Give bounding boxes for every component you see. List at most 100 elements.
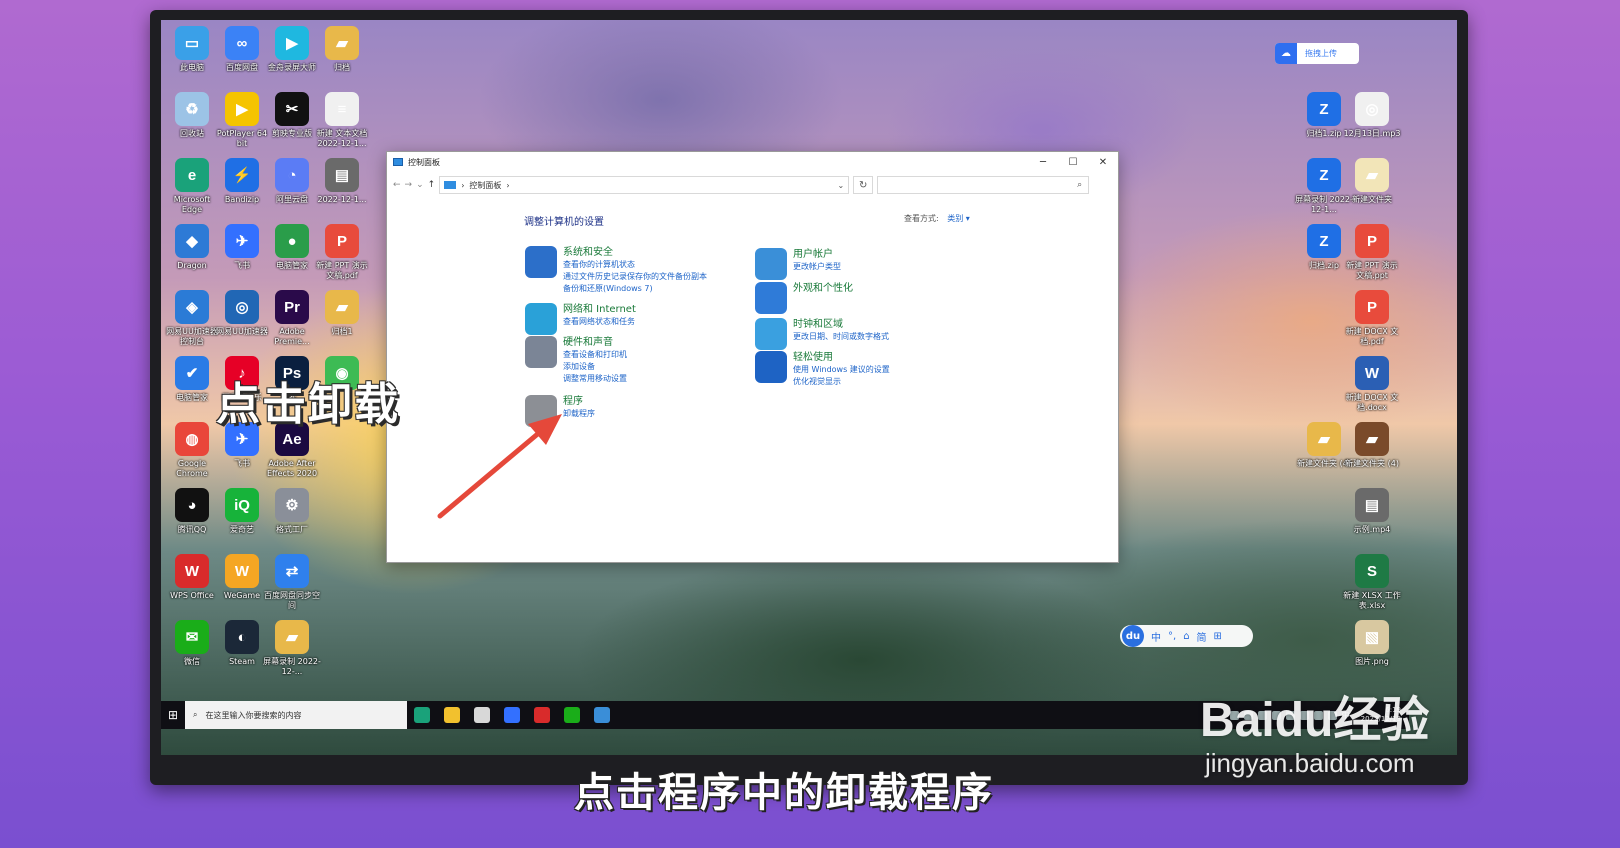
refresh-button[interactable]: ↻ [853,176,874,194]
recorder-icon: ▶ [275,26,309,60]
edge-taskbar-icon[interactable] [407,701,437,729]
category-link[interactable]: 调整常用移动设置 [563,373,627,385]
forward-button[interactable]: → [405,180,413,190]
taskbar-search[interactable]: ⌕ 在这里输入你要搜索的内容 [185,701,407,729]
zip-icon: Z [1307,92,1341,126]
blank-icon [1307,620,1341,654]
wechat-icon: ✉ [175,620,209,654]
category-title[interactable]: 网络和 Internet [563,303,636,316]
category-link[interactable]: 查看网络状态和任务 [563,316,636,328]
clock-globe-icon[interactable] [755,318,787,350]
category-title[interactable]: 用户帐户 [793,248,841,261]
desktop-icon[interactable]: ▰ 屏幕录制 2022-12-... [263,620,321,677]
category-link[interactable]: 查看你的计算机状态 [563,259,707,271]
category-title[interactable]: 外观和个性化 [793,282,853,295]
back-button[interactable]: ← [393,180,401,190]
desktop-icon[interactable]: ▰ 新建文件夹 [1343,158,1401,205]
category-link[interactable]: 更改日期、时间或数字格式 [793,331,889,343]
overlay-label: 点击卸载 [216,379,400,430]
desktop-icon[interactable]: ▧ 图片.png [1343,620,1401,667]
up-button[interactable]: ↑ [428,180,436,190]
desktop-icon[interactable]: P 新建 DOCX 文档.pdf [1343,290,1401,347]
users-icon[interactable] [755,248,787,280]
maximize-button[interactable]: ☐ [1058,157,1088,168]
desktop-icon-label: 新建文件夹 (4) [1345,459,1399,468]
category-title[interactable]: 轻松使用 [793,351,890,364]
category-item: 外观和个性化 [755,282,853,314]
taskbar-app-glyph [564,707,580,723]
desktop-icon[interactable]: ▤ 示例.mp4 [1343,488,1401,535]
breadcrumb[interactable]: 控制面板 [469,180,501,191]
desktop-icon[interactable]: P 新建 PPT 演示文稿.ppt [1343,224,1401,281]
photo-app-icon[interactable] [437,701,467,729]
ime-item[interactable]: 中 [1151,629,1161,644]
ime-item[interactable]: 简 [1197,629,1207,644]
close-button[interactable]: ✕ [1088,157,1118,168]
drag-upload-button[interactable]: ☁ 拖拽上传 [1275,43,1359,64]
shield-icon[interactable] [525,246,557,278]
desktop-icon-label: 2022-12-1... [317,195,367,204]
category-link[interactable]: 通过文件历史记录保存你的文件备份副本 [563,271,707,283]
desktop-icon-label: 示例.mp4 [1353,525,1391,534]
wps-icon: W [175,554,209,588]
taskbar-search-placeholder: 在这里输入你要搜索的内容 [205,710,302,720]
category-link[interactable]: 查看设备和打印机 [563,349,627,361]
ime-item[interactable]: ⊞ [1214,631,1222,642]
minimize-button[interactable]: ─ [1028,157,1058,168]
recent-locations-button[interactable]: ⌄ [416,180,424,190]
category-link[interactable]: 更改帐户类型 [793,261,841,273]
network-icon[interactable] [525,303,557,335]
ime-item[interactable]: ⌂ [1183,631,1189,642]
category-link[interactable]: 优化视觉显示 [793,376,890,388]
wps-taskbar-icon[interactable] [527,701,557,729]
desktop-icon[interactable]: ▰ 归档1 [313,290,371,337]
category-item: 时钟和区域 更改日期、时间或数字格式 [755,318,889,350]
desktop-icon[interactable]: ▤ 2022-12-1... [313,158,371,205]
category-title[interactable]: 硬件和声音 [563,336,627,349]
ease-of-access-icon[interactable] [755,351,787,383]
desktop-icon-label: 新建文件夹 [1352,195,1392,204]
qq-taskbar-icon[interactable] [467,701,497,729]
wechat-taskbar-icon[interactable] [557,701,587,729]
desktop-icon-label: 新建 文本文档 2022-12-1... [316,129,368,148]
folder-icon: ▰ [275,620,309,654]
feishu-taskbar-icon[interactable] [497,701,527,729]
ime-item[interactable]: °, [1168,631,1176,642]
window-titlebar[interactable]: 控制面板 ─ ☐ ✕ [387,152,1118,172]
feishu-icon: ✈ [225,224,259,258]
search-input[interactable]: ⌕ [877,176,1090,194]
premiere-icon: Pr [275,290,309,324]
desktop-icon[interactable]: ≡ 新建 文本文档 2022-12-1... [313,92,371,149]
desktop-icon[interactable]: ▰ 归档 [313,26,371,73]
programs-icon[interactable] [525,395,557,427]
category-item: 网络和 Internet 查看网络状态和任务 [525,303,636,335]
blank-icon [1307,554,1341,588]
address-bar[interactable]: › 控制面板 › ⌄ [439,176,850,194]
category-title[interactable]: 系统和安全 [563,246,707,259]
cloud-upload-icon: ☁ [1275,43,1297,64]
desktop-icon[interactable]: P 新建 PPT 演示文稿.pdf [313,224,371,281]
desktop-icon[interactable]: S 新建 XLSX 工作表.xlsx [1343,554,1401,611]
category-link[interactable]: 使用 Windows 建议的设置 [793,364,890,376]
printer-icon[interactable] [525,336,557,368]
category-link[interactable]: 添加设备 [563,361,627,373]
appearance-icon[interactable] [755,282,787,314]
desktop-icon-label: 归档 [334,63,350,72]
category-link[interactable]: 备份和还原(Windows 7) [563,283,707,295]
page-title: 调整计算机的设置 [524,217,604,228]
desktop-icon[interactable]: ▰ 新建文件夹 (4) [1343,422,1401,469]
view-by-dropdown[interactable]: 类别 ▾ [947,214,970,223]
desktop-icon[interactable]: W 新建 DOCX 文档.docx [1343,356,1401,413]
breadcrumb-sep: › [461,180,465,190]
folder-icon: ▰ [1355,158,1389,192]
chevron-down-icon[interactable]: ⌄ [837,181,848,190]
image-icon: ▧ [1355,620,1389,654]
category-title[interactable]: 时钟和区域 [793,318,889,331]
start-button[interactable]: ⊞ [161,708,185,722]
control-panel-taskbar-icon[interactable] [587,701,617,729]
category-link[interactable]: 卸载程序 [563,408,595,420]
desktop-icon-label: 屏幕录制 2022-12-... [263,657,321,676]
baidu-ime-logo-icon[interactable]: du [1122,625,1144,647]
category-title[interactable]: 程序 [563,395,595,408]
desktop-icon[interactable]: ◎ 12月13日.mp3 [1343,92,1401,139]
